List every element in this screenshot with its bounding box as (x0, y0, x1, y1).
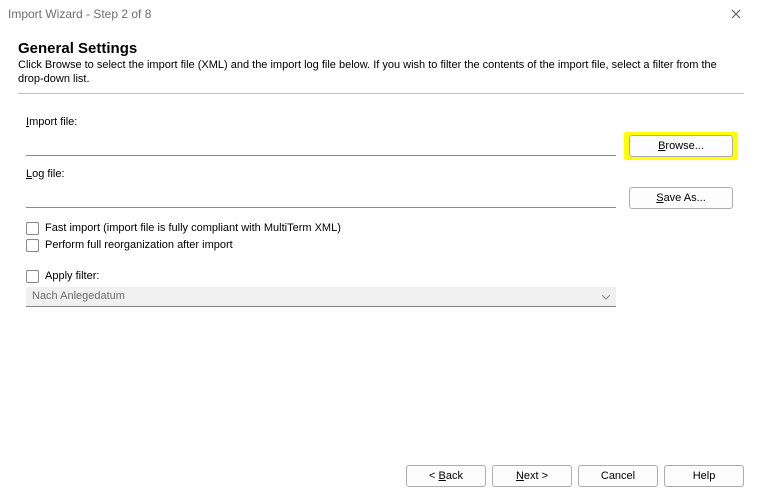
cancel-button[interactable]: Cancel (578, 465, 658, 487)
browse-highlight: Browse... (624, 132, 738, 160)
page-subheading: Click Browse to select the import file (… (18, 59, 744, 87)
help-button[interactable]: Help (664, 465, 744, 487)
log-file-input[interactable] (26, 188, 616, 208)
window-title: Import Wizard - Step 2 of 8 (8, 7, 151, 21)
save-as-button[interactable]: Save As... (629, 187, 733, 209)
close-icon (731, 9, 741, 19)
chevron-down-icon (602, 291, 610, 303)
log-file-label: Log file: (26, 168, 740, 180)
fast-import-checkbox[interactable] (26, 222, 39, 235)
import-file-input[interactable] (26, 136, 616, 156)
filter-selected-value: Nach Anlegedatum (32, 290, 125, 302)
apply-filter-label: Apply filter: (45, 270, 99, 282)
filter-select[interactable]: Nach Anlegedatum (26, 287, 616, 307)
import-file-label: Import file: (26, 116, 740, 128)
page-heading: General Settings (18, 40, 744, 57)
close-button[interactable] (718, 2, 754, 26)
reorg-checkbox[interactable] (26, 239, 39, 252)
back-button[interactable]: < Back (406, 465, 486, 487)
fast-import-label: Fast import (import file is fully compli… (45, 222, 341, 234)
apply-filter-checkbox[interactable] (26, 270, 39, 283)
browse-button[interactable]: Browse... (629, 135, 733, 157)
reorg-label: Perform full reorganization after import (45, 239, 233, 251)
next-button[interactable]: Next > (492, 465, 572, 487)
divider (18, 93, 744, 94)
